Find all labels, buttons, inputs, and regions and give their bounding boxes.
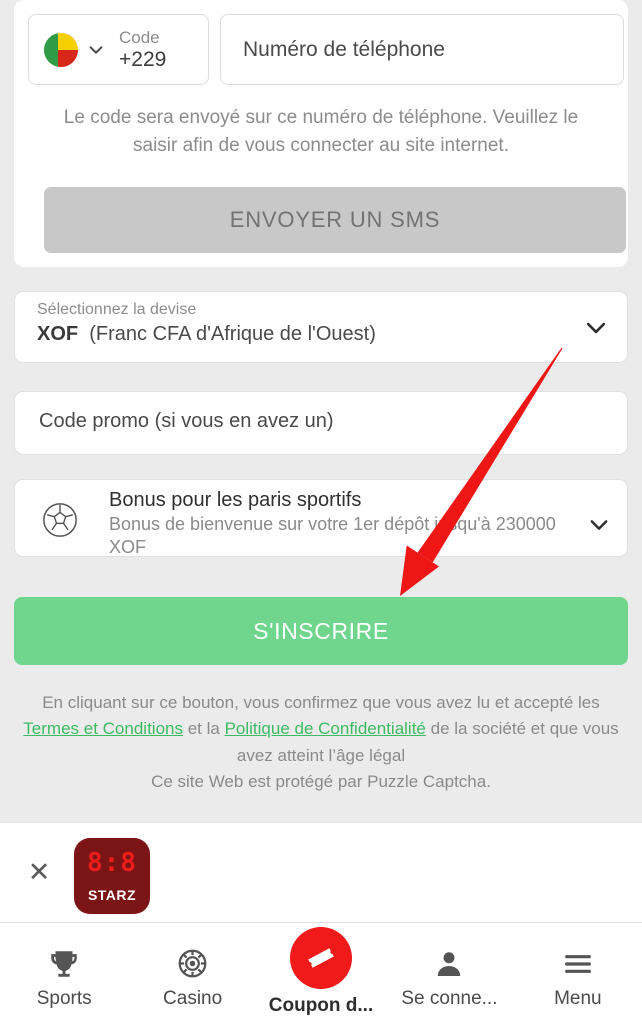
promo-code-placeholder: Code promo (si vous en avez un) <box>39 410 334 432</box>
nav-item-login[interactable]: Se conne... <box>385 923 513 1024</box>
nav-item-sports[interactable]: Sports <box>0 923 128 1024</box>
soccer-ball-icon <box>41 501 79 539</box>
send-sms-button[interactable]: ENVOYER UN SMS <box>44 187 626 253</box>
phone-number-placeholder: Numéro de téléphone <box>243 37 445 61</box>
registration-screen: Code +229 Numéro de téléphone Le code se… <box>0 0 642 1024</box>
chevron-down-icon[interactable] <box>587 513 611 542</box>
country-code-label: Code <box>119 27 160 47</box>
phone-row: Code +229 Numéro de téléphone <box>28 14 624 85</box>
country-code-selector[interactable]: Code +229 <box>28 14 209 85</box>
currency-label: Sélectionnez la devise <box>37 301 197 318</box>
sms-hint-text: Le code sera envoyé sur ce numéro de tél… <box>63 107 579 156</box>
legal-text: En cliquant sur ce bouton, vous confirme… <box>20 690 622 795</box>
legal-line1-before: En cliquant sur ce bouton, vous confirme… <box>42 693 600 712</box>
chevron-down-icon <box>87 41 105 59</box>
currency-code: XOF <box>37 323 79 345</box>
nav-label: Se conne... <box>401 987 498 1009</box>
currency-value: XOF (Franc CFA d'Afrique de l'Ouest) <box>37 323 376 346</box>
chevron-down-icon[interactable] <box>583 315 609 346</box>
casino-chip-icon <box>176 944 209 984</box>
bonus-subtitle: Bonus de bienvenue sur votre 1er dépôt j… <box>109 514 556 558</box>
nav-item-coupon[interactable]: Coupon d... <box>257 923 385 1024</box>
nav-label: Coupon d... <box>268 994 374 1016</box>
privacy-link[interactable]: Politique de Confidentialité <box>225 719 426 738</box>
nav-item-casino[interactable]: Casino <box>128 923 256 1024</box>
user-icon <box>433 944 465 984</box>
app-logo-word: STARZ <box>87 887 137 903</box>
coupon-ticket-icon <box>290 926 353 989</box>
country-code-value: +229 <box>119 47 167 71</box>
bonus-title: Bonus pour les paris sportifs <box>109 489 362 511</box>
signup-button[interactable]: S'INSCRIRE <box>14 597 628 665</box>
legal-between: et la <box>182 719 225 739</box>
bonus-selector[interactable]: Bonus pour les paris sportifs Bonus de b… <box>14 479 628 557</box>
benin-flag-icon <box>44 32 78 67</box>
promo-code-field[interactable]: Code promo (si vous en avez un) <box>14 391 628 455</box>
nav-item-menu[interactable]: Menu <box>514 923 642 1024</box>
nav-label: Sports <box>36 987 92 1009</box>
hamburger-menu-icon <box>562 944 594 984</box>
trophy-icon <box>47 944 81 984</box>
nav-label: Casino <box>163 987 223 1009</box>
close-icon[interactable]: ✕ <box>26 859 52 886</box>
phone-number-field[interactable]: Numéro de téléphone <box>220 14 624 85</box>
currency-name: (Franc CFA d'Afrique de l'Ouest) <box>89 323 376 345</box>
nav-label: Menu <box>554 987 602 1009</box>
app-logo: 8:8 STARZ <box>74 838 150 914</box>
app-logo-digits: 8:8 <box>87 848 137 878</box>
phone-entry-card: Code +229 Numéro de téléphone Le code se… <box>14 0 628 267</box>
bottom-navigation: Sports Casino Coupon d... Se conne... Me… <box>0 923 642 1024</box>
terms-link[interactable]: Termes et Conditions <box>23 719 183 738</box>
currency-selector[interactable]: Sélectionnez la devise XOF (Franc CFA d'… <box>14 291 628 363</box>
legal-line2: Ce site Web est protégé par Puzzle Captc… <box>151 772 491 792</box>
